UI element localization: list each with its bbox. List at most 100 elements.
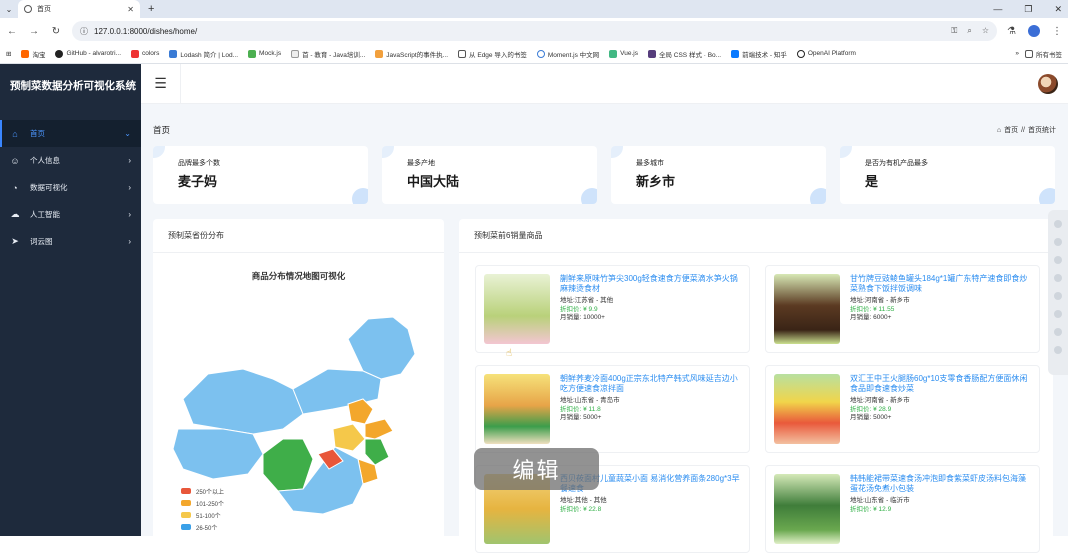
chart-icon: ◔ xyxy=(12,182,18,193)
tab-list-icon[interactable]: ⌄ xyxy=(0,5,18,14)
close-tab-icon[interactable]: ✕ xyxy=(127,5,134,14)
toolbar-button[interactable] xyxy=(1054,238,1062,246)
key-icon[interactable]: ⚿ xyxy=(951,26,957,36)
stat-value: 麦子妈 xyxy=(178,174,218,189)
stat-cards: 品牌最多个数 麦子妈 最多产地 中国大陆 最多城市 新乡市 是否为有机产品最多 … xyxy=(141,146,1067,204)
stat-label: 品牌最多个数 xyxy=(178,160,220,167)
more-bookmarks-icon[interactable]: » xyxy=(1015,50,1019,57)
minimize-icon[interactable]: — xyxy=(993,4,1002,14)
map-legend: 250个以上 101-250个 51-100个 26-50个 xyxy=(181,485,224,533)
bookmark-item[interactable]: Mock.js xyxy=(248,49,281,58)
bookmark-item[interactable]: JavaScript的事件执... xyxy=(375,49,448,59)
labs-icon[interactable]: ⚗ xyxy=(1007,26,1016,37)
edit-overlay-button[interactable]: 编辑 xyxy=(474,448,599,490)
zoom-icon[interactable]: ⌕ xyxy=(967,26,971,36)
bookmark-item[interactable]: GitHub - alvarotri... xyxy=(55,49,121,58)
bookmark-item[interactable]: OpenAI Platform xyxy=(796,49,856,58)
map-region-tibet[interactable] xyxy=(172,428,264,480)
legend-item[interactable]: 26-50个 xyxy=(181,521,224,533)
toolbar-button[interactable] xyxy=(1054,328,1062,336)
bookmark-item[interactable]: colors xyxy=(131,49,159,58)
site-info-icon[interactable]: ⓘ xyxy=(80,26,88,37)
home-small-icon: ⌂ xyxy=(996,126,1002,134)
product-price: 折扣价: ¥ 12.9 xyxy=(850,505,892,513)
toolbar-button[interactable] xyxy=(1054,256,1062,264)
menu-toggle-icon[interactable]: ☰ xyxy=(141,63,181,104)
map-region-northwest[interactable] xyxy=(182,368,304,435)
map-region-north[interactable] xyxy=(347,316,416,380)
url-field[interactable]: ⓘ 127.0.0.1:8000/dishes/home/ ⚿ ⌕ ☆ xyxy=(72,21,998,41)
bookmark-item[interactable]: Moment.js 中文网 xyxy=(536,49,599,59)
forward-icon[interactable]: → xyxy=(28,26,40,37)
product-price: 折扣价: ¥ 22.8 xyxy=(560,505,602,513)
sidebar-item-profile[interactable]: ☺ 个人信息 › xyxy=(0,147,141,174)
apps-grid-icon[interactable]: ⊞ xyxy=(6,50,11,58)
reload-icon[interactable]: ↻ xyxy=(50,26,62,37)
sidebar-item-wordcloud[interactable]: ➤ 词云图 › xyxy=(0,228,141,255)
bookmark-item[interactable]: 全局 CSS 样式 · Bo... xyxy=(647,49,721,59)
map-region-henan[interactable] xyxy=(332,423,366,452)
app-root: 预制菜数据分析可视化系统 ⌂ 首页 ⌄ ☺ 个人信息 › ◔ 数据可视化 › ☁… xyxy=(0,63,1068,553)
legend-item[interactable]: 250个以上 xyxy=(181,485,224,497)
product-name[interactable]: 朝鲜荞麦冷面400g正宗东北特产韩式风味延吉边小吃方便速食凉拌面 xyxy=(560,374,741,395)
menu-dots-icon[interactable]: ⋮ xyxy=(1052,26,1062,37)
toolbar-button[interactable] xyxy=(1054,310,1062,318)
panel-title: 预制菜前6销量商品 xyxy=(459,219,1053,253)
new-tab-icon[interactable]: + xyxy=(148,3,154,15)
product-price: 折扣价: ¥ 11.55 xyxy=(850,305,895,313)
stat-card: 品牌最多个数 麦子妈 xyxy=(153,146,368,204)
avatar[interactable] xyxy=(1038,73,1058,94)
sidebar-item-visualization[interactable]: ◔ 数据可视化 › xyxy=(0,174,141,201)
bookmark-star-icon[interactable]: ☆ xyxy=(982,26,989,36)
sidebar-item-home[interactable]: ⌂ 首页 ⌄ xyxy=(0,120,141,147)
product-card[interactable]: 甘竹牌豆豉鲮鱼罐头184g*1罐广东特产速食即食炒菜熟食下饭拌饭调味 地址:河南… xyxy=(765,265,1040,353)
sidebar-item-ai[interactable]: ☁ 人工智能 › xyxy=(0,201,141,228)
profile-icon[interactable] xyxy=(1028,25,1040,37)
product-name[interactable]: 双汇王中王火腿肠60g*10支零食香肠配方便面休闲食品即食速食炒菜 xyxy=(850,374,1031,395)
product-image[interactable] xyxy=(774,274,840,344)
product-name[interactable]: 蒯鲜来原味竹笋尖300g轻食速食方便菜滴水笋火锅麻辣烫食材 xyxy=(560,274,741,295)
vue-icon xyxy=(609,49,618,58)
map-region-shandong[interactable] xyxy=(364,418,394,440)
map-region-sichuan[interactable] xyxy=(262,438,314,492)
all-bookmarks[interactable]: 所有书签 xyxy=(1025,49,1062,59)
bookmark-favicon-icon xyxy=(647,49,656,58)
product-name[interactable]: 甘竹牌豆豉鲮鱼罐头184g*1罐广东特产速食即食炒菜熟食下饭拌饭调味 xyxy=(850,274,1031,295)
toolbar-button[interactable] xyxy=(1054,220,1062,228)
map-region-hebei[interactable] xyxy=(347,398,374,425)
product-card[interactable]: 蒯鲜来原味竹笋尖300g轻食速食方便菜滴水笋火锅麻辣烫食材 地址:江苏省 - 其… xyxy=(475,265,750,353)
toolbar-button[interactable] xyxy=(1054,274,1062,282)
chevron-down-icon: ⌄ xyxy=(124,129,131,138)
bookmark-item[interactable]: Vue.js xyxy=(609,49,638,58)
bookmark-item[interactable]: 首 - 教育 - Java培训... xyxy=(291,49,365,59)
bookmark-item[interactable]: Lodash 简介 | Lod... xyxy=(169,49,238,59)
legend-item[interactable]: 101-250个 xyxy=(181,497,224,509)
sidebar-item-label: 数据可视化 xyxy=(30,183,68,192)
product-image[interactable] xyxy=(774,374,840,444)
back-icon[interactable]: ← xyxy=(6,26,18,37)
top-products-panel: 预制菜前6销量商品 蒯鲜来原味竹笋尖300g轻食速食方便菜滴水笋火锅麻辣烫食材 … xyxy=(459,219,1053,553)
toolbar-button[interactable] xyxy=(1054,346,1062,354)
breadcrumb-home[interactable]: 首页 xyxy=(1004,125,1018,135)
bookmarks-bar: ⊞ 淘宝 GitHub - alvarotri... colors Lodash… xyxy=(0,44,1068,64)
product-name[interactable]: 韩韩能裙带菜速食汤冲泡即食紫菜虾皮汤料包海藻蛋花汤免煮小包装 xyxy=(850,474,1031,495)
github-icon xyxy=(55,49,64,58)
product-image[interactable] xyxy=(774,474,840,544)
product-card[interactable]: 韩韩能裙带菜速食汤冲泡即食紫菜虾皮汤料包海藻蛋花汤免煮小包装 地址:山东省 - … xyxy=(765,465,1040,553)
stat-label: 最多城市 xyxy=(636,160,664,167)
browser-tab[interactable]: 首页 ✕ xyxy=(18,0,140,18)
bookmark-label: 前端技术 - 知乎 xyxy=(742,51,787,59)
toolbar-button[interactable] xyxy=(1054,292,1062,300)
map-region-jiangsu[interactable] xyxy=(364,438,390,466)
legend-item[interactable]: 51-100个 xyxy=(181,509,224,521)
product-image[interactable] xyxy=(484,274,550,344)
bookmark-folder[interactable]: 从 Edge 导入的书签 xyxy=(458,49,527,59)
floating-toolbar xyxy=(1048,210,1068,375)
bookmark-item[interactable]: 前端技术 - 知乎 xyxy=(731,49,787,59)
restore-icon[interactable]: ❐ xyxy=(1024,4,1032,15)
product-card[interactable]: 朝鲜荞麦冷面400g正宗东北特产韩式风味延吉边小吃方便速食凉拌面 地址:山东省 … xyxy=(475,365,750,453)
product-image[interactable] xyxy=(484,374,550,444)
product-card[interactable]: 双汇王中王火腿肠60g*10支零食香肠配方便面休闲食品即食速食炒菜 地址:河南省… xyxy=(765,365,1040,453)
close-window-icon[interactable]: ✕ xyxy=(1054,4,1062,15)
bookmark-item[interactable]: 淘宝 xyxy=(21,49,45,59)
